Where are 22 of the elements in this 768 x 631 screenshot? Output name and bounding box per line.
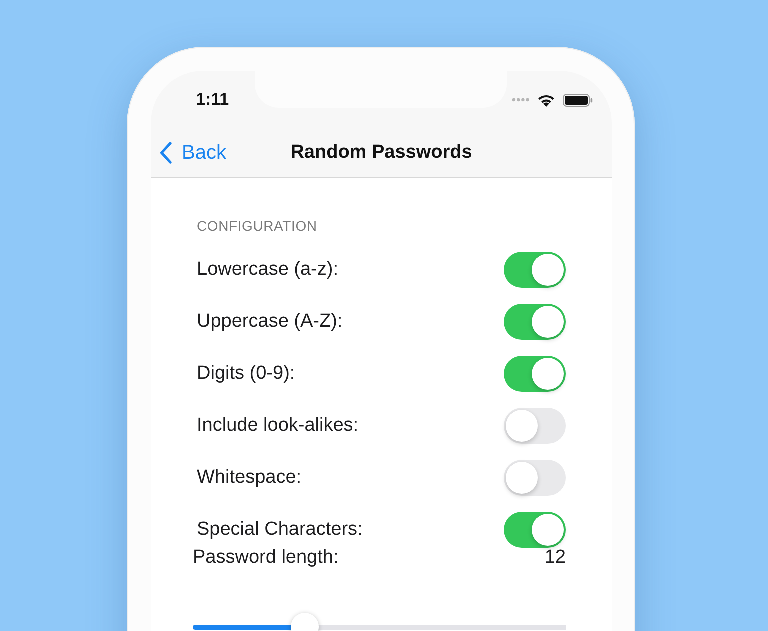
signal-dots-icon bbox=[512, 98, 530, 102]
screen-title: Random Passwords bbox=[290, 142, 472, 164]
length-label: Password length: bbox=[193, 547, 339, 569]
toggle-switch[interactable] bbox=[504, 460, 566, 496]
option-label: Uppercase (A-Z): bbox=[197, 311, 343, 333]
section-header: CONFIGURATION bbox=[197, 218, 318, 234]
length-value: 12 bbox=[544, 547, 566, 569]
option-label: Lowercase (a-z): bbox=[197, 259, 338, 281]
battery-icon bbox=[563, 94, 593, 106]
toggle-switch[interactable] bbox=[504, 304, 566, 340]
toggle-switch[interactable] bbox=[504, 408, 566, 444]
toggle-switch[interactable] bbox=[504, 252, 566, 288]
back-button[interactable]: Back bbox=[160, 142, 226, 164]
option-label: Whitespace: bbox=[197, 467, 302, 489]
option-label: Digits (0-9): bbox=[197, 363, 296, 385]
option-label: Include look-alikes: bbox=[197, 415, 359, 437]
toggle-switch[interactable] bbox=[504, 512, 566, 548]
status-time: 1:11 bbox=[196, 90, 230, 110]
option-label: Special Characters: bbox=[197, 519, 363, 541]
wifi-icon bbox=[538, 94, 555, 106]
chevron-left-icon bbox=[160, 142, 172, 164]
toggle-switch[interactable] bbox=[504, 356, 566, 392]
